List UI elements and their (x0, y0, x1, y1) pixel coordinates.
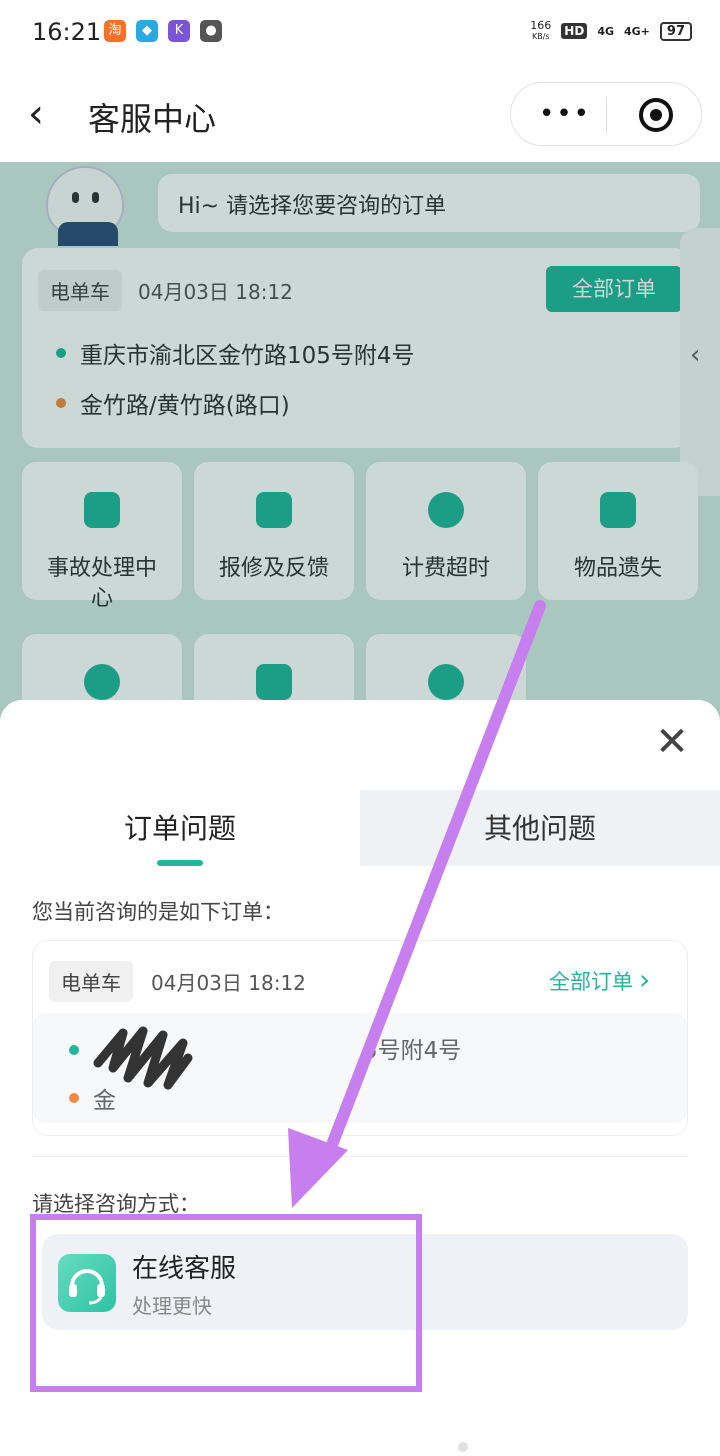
order-date: 04月03日 18:12 (151, 971, 306, 995)
app-header: ‹ 客服中心 ••• (0, 68, 720, 162)
back-button[interactable]: ‹ (28, 92, 64, 136)
consult-bottom-sheet: ✕ 订单问题 其他问题 您当前咨询的是如下订单： 电单车 04月03日 18:1… (0, 700, 720, 1456)
redaction-scribble (93, 1026, 193, 1090)
start-dot-icon (69, 1045, 79, 1055)
battery-icon: 97 (659, 21, 692, 41)
capsule-divider (606, 97, 607, 133)
background-page: Hi~ 请选择您要咨询的订单 电单车 04月03日 18:12 全部订单 重庆市… (0, 162, 720, 722)
start-address-partial: 5号附4号 (363, 1038, 462, 1064)
qq-icon: ◆ (136, 20, 158, 42)
signal-icon: 4G (597, 24, 614, 38)
current-order-card[interactable]: 电单车 04月03日 18:12 全部订单 › 5号附4号 金 (32, 940, 688, 1136)
page-title: 客服中心 (88, 100, 217, 138)
chevron-right-icon: › (639, 963, 651, 996)
end-dot-icon (69, 1093, 79, 1103)
status-app-icons: 淘 ◆ K ● (104, 20, 222, 42)
taobao-icon: 淘 (104, 20, 126, 42)
section-divider (32, 1156, 688, 1157)
question-tabs: 订单问题 其他问题 (0, 790, 720, 866)
more-menu-icon[interactable]: ••• (539, 101, 591, 127)
close-program-icon[interactable] (639, 98, 673, 132)
current-order-label: 您当前咨询的是如下订单： (32, 900, 284, 924)
network-speed: 166 KB/s (530, 19, 552, 41)
scroll-indicator (458, 1442, 468, 1452)
hd-icon: HD (561, 23, 588, 39)
active-tab-indicator (157, 860, 203, 866)
status-bar: 16:21 淘 ◆ K ● 166 KB/s HD 4G 4G+ 97 (0, 0, 720, 68)
mini-program-capsule: ••• (510, 82, 702, 146)
signal-icon-2: 4G+ (624, 24, 650, 38)
wechat-icon: ● (200, 20, 222, 42)
tab-order-questions[interactable]: 订单问题 (0, 790, 360, 866)
annotation-highlight-box (30, 1214, 422, 1392)
order-type-tag: 电单车 (49, 961, 133, 1002)
tab-other-questions[interactable]: 其他问题 (360, 790, 720, 866)
status-time: 16:21 (32, 18, 102, 46)
modal-overlay[interactable] (0, 162, 720, 722)
status-indicators: 166 KB/s HD 4G 4G+ 97 (530, 20, 692, 42)
kwai-icon: K (168, 20, 190, 42)
all-orders-link[interactable]: 全部订单 › (549, 963, 650, 996)
close-icon[interactable]: ✕ (654, 722, 690, 762)
